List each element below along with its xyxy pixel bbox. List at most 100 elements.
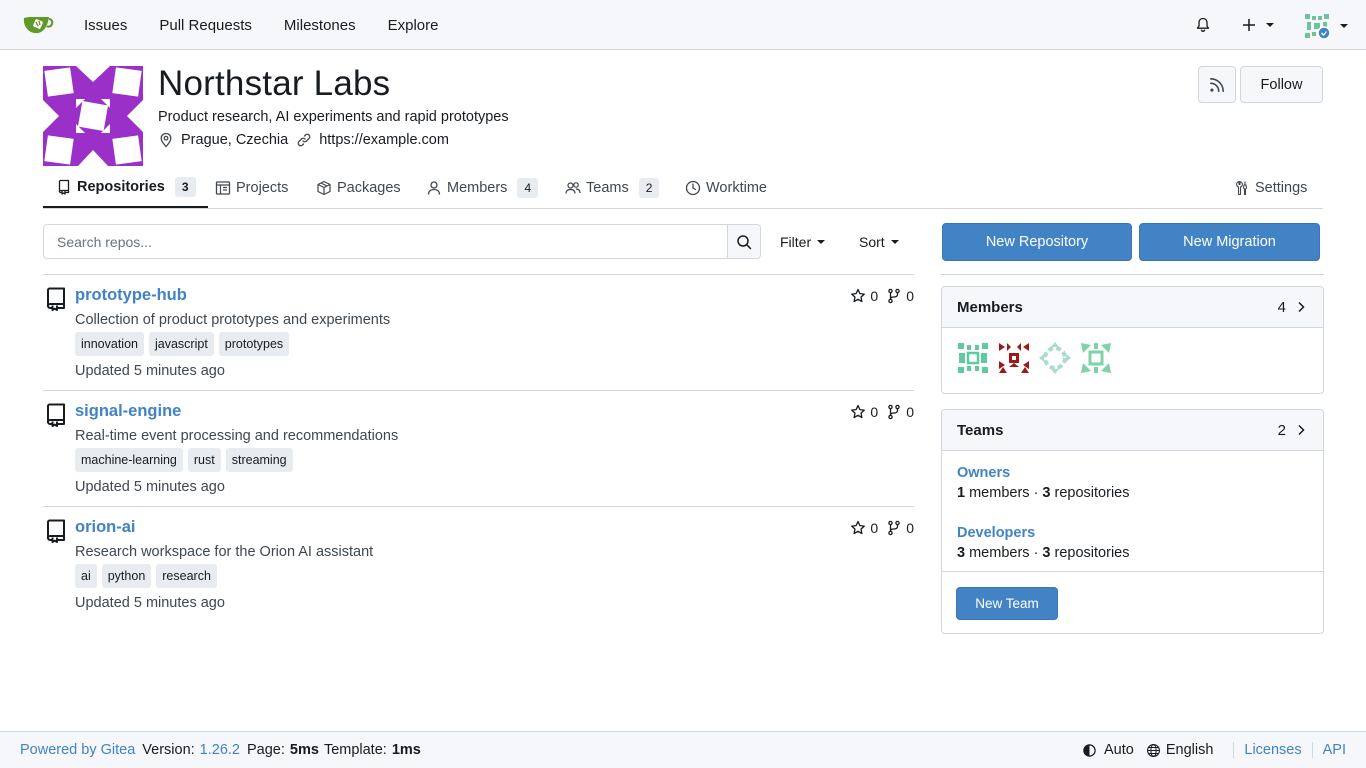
topic-tag[interactable]: research xyxy=(156,564,217,588)
search-button[interactable] xyxy=(727,225,760,258)
theme-selector[interactable]: Auto xyxy=(1082,742,1134,758)
org-website-link[interactable]: https://example.com xyxy=(296,132,449,148)
chevron-down-icon xyxy=(1340,24,1348,28)
org-tabs: Repositories 3 Projects Packages Members… xyxy=(43,167,1323,209)
template-time-value: 1ms xyxy=(391,742,421,758)
page-time-label: Page: xyxy=(247,742,285,758)
repo-updated-time: Updated 5 minutes ago xyxy=(75,595,225,611)
org-name: Northstar Labs xyxy=(158,64,391,103)
filter-dropdown[interactable]: Filter xyxy=(780,234,826,250)
team-members-count: 3 xyxy=(957,545,966,561)
tab-projects-label: Projects xyxy=(236,179,289,196)
follow-button[interactable]: Follow xyxy=(1240,66,1323,103)
notifications-bell-icon[interactable] xyxy=(1195,17,1211,33)
tab-teams[interactable]: Teams 2 xyxy=(565,167,660,208)
repo-forks[interactable]: 0 xyxy=(886,520,914,536)
tab-repositories[interactable]: Repositories 3 xyxy=(43,167,208,208)
repo-list: prototype-hub Collection of product prot… xyxy=(43,274,914,623)
topic-tag[interactable]: ai xyxy=(75,564,97,588)
powered-by-link[interactable]: Powered by Gitea xyxy=(20,742,135,758)
topic-tag[interactable]: streaming xyxy=(225,448,293,472)
repo-topics: innovation javascript prototypes xyxy=(75,332,294,356)
team-name-link[interactable]: Owners xyxy=(957,465,1010,481)
repo-stars[interactable]: 0 xyxy=(850,288,878,304)
team-name-link[interactable]: Developers xyxy=(957,525,1035,541)
teams-panel-header[interactable]: Teams 2 xyxy=(942,410,1323,451)
avatar[interactable] xyxy=(1038,341,1072,375)
people-icon xyxy=(565,181,581,194)
top-navbar: Issues Pull Requests Milestones Explore xyxy=(0,0,1366,50)
version-link[interactable]: 1.26.2 xyxy=(200,742,240,758)
clock-icon xyxy=(685,180,701,195)
rss-feed-button[interactable] xyxy=(1198,66,1236,103)
nav-explore[interactable]: Explore xyxy=(372,17,455,34)
gitea-logo-icon[interactable] xyxy=(22,12,54,38)
repo-name-link[interactable]: signal-engine xyxy=(75,402,181,421)
repo-icon xyxy=(58,179,70,195)
tab-members-label: Members xyxy=(447,179,508,196)
members-panel-header[interactable]: Members 4 xyxy=(942,287,1323,328)
package-icon xyxy=(317,180,331,195)
divider xyxy=(941,274,1324,275)
project-icon xyxy=(215,180,231,195)
org-description: Product research, AI experiments and rap… xyxy=(158,109,509,125)
create-new-menu[interactable] xyxy=(1241,17,1274,33)
fork-icon xyxy=(888,404,900,420)
search-icon xyxy=(737,234,752,249)
repo-forks[interactable]: 0 xyxy=(886,288,914,304)
tab-settings[interactable]: Settings xyxy=(1234,167,1307,208)
user-menu[interactable] xyxy=(1303,12,1348,40)
repo-stars-count: 0 xyxy=(870,404,879,420)
repo-name-link[interactable]: prototype-hub xyxy=(75,286,187,305)
chevron-right-icon xyxy=(1298,301,1305,313)
new-repository-button[interactable]: New Repository xyxy=(942,223,1132,261)
team-stats: 3 members · 3 repositories xyxy=(957,545,1308,561)
repo-stars[interactable]: 0 xyxy=(850,404,878,420)
chevron-down-icon xyxy=(1266,23,1274,27)
teams-panel: Teams 2 Owners 1 members · 3 repositorie… xyxy=(941,409,1324,634)
sort-dropdown[interactable]: Sort xyxy=(859,234,899,250)
topic-tag[interactable]: machine-learning xyxy=(75,448,183,472)
topic-tag[interactable]: python xyxy=(101,564,152,588)
avatar[interactable] xyxy=(1079,341,1113,375)
language-label: English xyxy=(1165,742,1214,758)
team-members-label: members · xyxy=(965,485,1043,501)
topic-tag[interactable]: javascript xyxy=(149,332,214,356)
avatar[interactable] xyxy=(997,341,1031,375)
tab-members[interactable]: Members 4 xyxy=(426,167,539,208)
rss-icon xyxy=(1210,77,1224,92)
nav-issues[interactable]: Issues xyxy=(68,17,143,34)
tab-packages-label: Packages xyxy=(337,179,401,196)
search-input[interactable] xyxy=(44,225,727,258)
repo-stars[interactable]: 0 xyxy=(850,520,878,536)
tab-packages[interactable]: Packages xyxy=(316,167,401,208)
team-item: Developers 3 members · 3 repositories xyxy=(942,524,1323,561)
divider xyxy=(942,571,1323,572)
new-team-button[interactable]: New Team xyxy=(956,587,1058,620)
licenses-link[interactable]: Licenses xyxy=(1244,742,1301,758)
repo-forks-count: 0 xyxy=(906,288,914,304)
api-link[interactable]: API xyxy=(1323,742,1346,758)
new-migration-button[interactable]: New Migration xyxy=(1139,223,1320,261)
link-icon xyxy=(297,133,311,147)
nav-milestones[interactable]: Milestones xyxy=(268,17,372,34)
repo-forks[interactable]: 0 xyxy=(886,404,914,420)
repo-description: Real-time event processing and recommend… xyxy=(75,428,399,444)
topic-tag[interactable]: innovation xyxy=(75,332,144,356)
topic-tag[interactable]: prototypes xyxy=(218,332,290,356)
topic-tag[interactable]: rust xyxy=(187,448,221,472)
globe-icon xyxy=(1146,743,1160,757)
language-selector[interactable]: English xyxy=(1146,742,1214,758)
repo-name-link[interactable]: orion-ai xyxy=(75,518,136,537)
repo-topics: ai python research xyxy=(75,564,222,588)
nav-pull-requests[interactable]: Pull Requests xyxy=(143,17,268,34)
user-avatar xyxy=(1305,14,1331,40)
team-repos-label: repositories xyxy=(1050,485,1130,501)
template-time-label: Template: xyxy=(323,742,387,758)
avatar[interactable] xyxy=(956,341,990,375)
repo-topics: machine-learning rust streaming xyxy=(75,448,298,472)
tab-projects[interactable]: Projects xyxy=(215,167,288,208)
plus-icon xyxy=(1243,19,1255,31)
tab-worktime[interactable]: Worktime xyxy=(685,167,767,208)
fork-icon xyxy=(888,288,900,304)
